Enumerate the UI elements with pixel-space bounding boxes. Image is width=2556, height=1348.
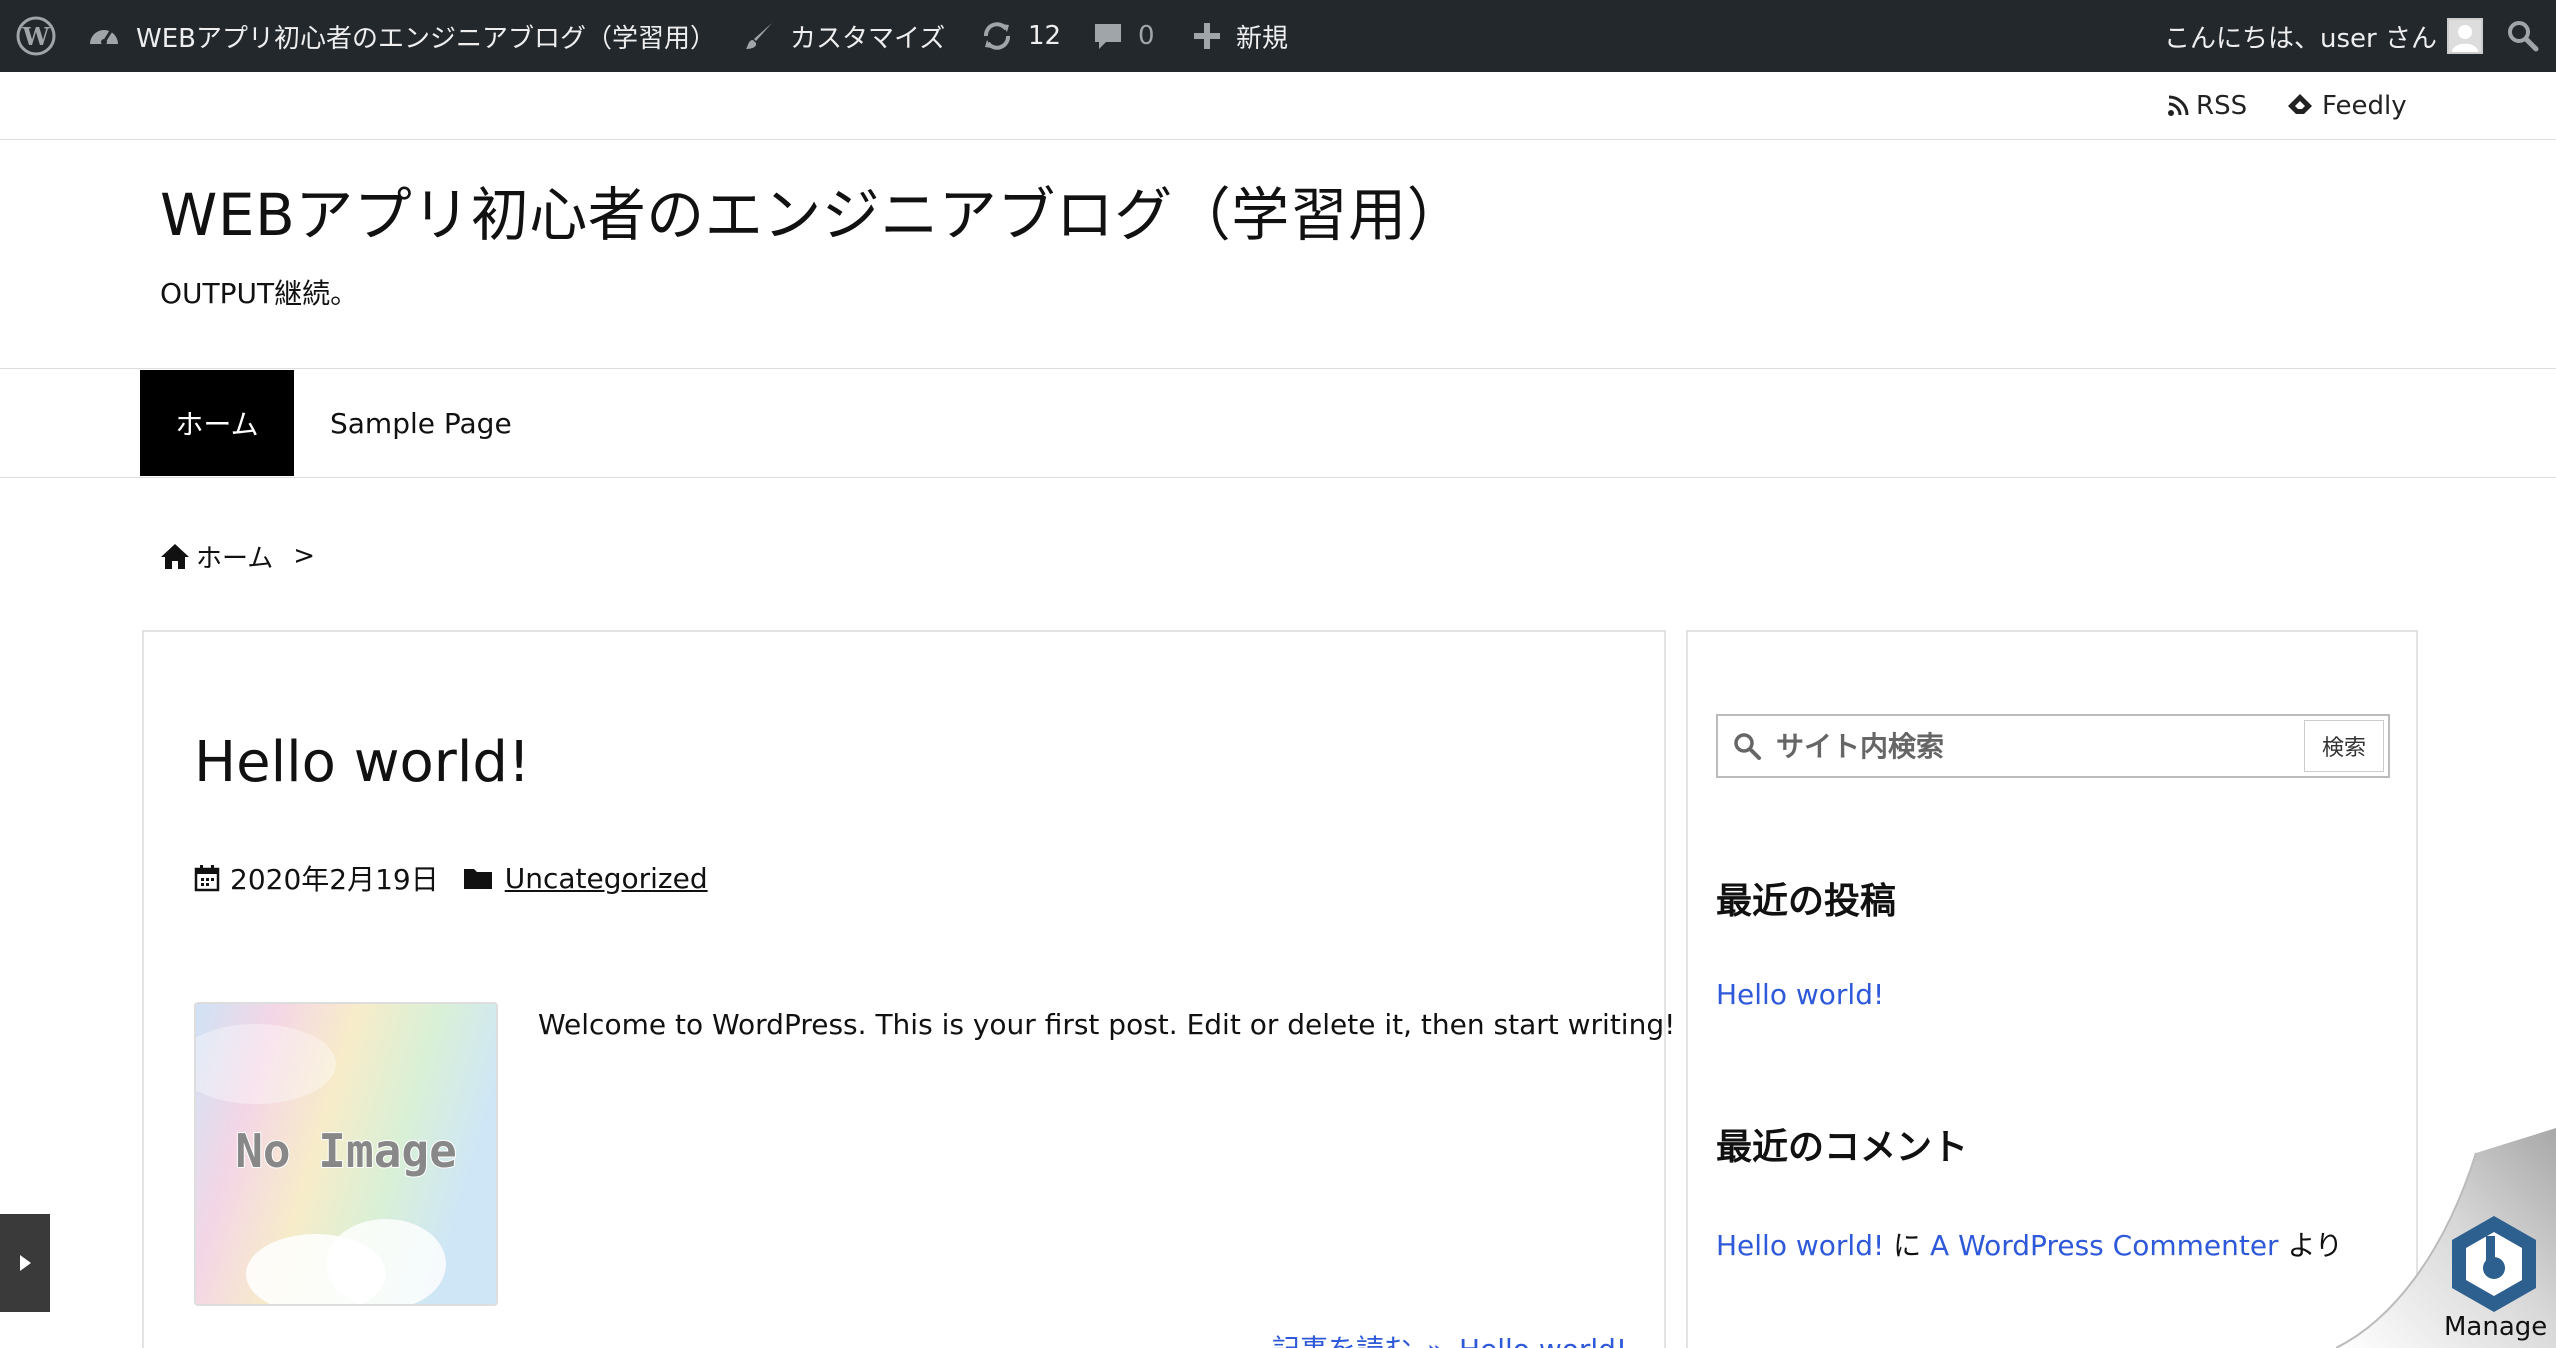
breadcrumb: ホーム > — [160, 536, 315, 576]
post-thumbnail[interactable]: No Image — [194, 1002, 498, 1306]
recent-posts-title: 最近の投稿 — [1716, 881, 1897, 922]
feedly-link[interactable]: Feedly — [2286, 72, 2407, 140]
double-chevron-icon: » — [1427, 1333, 1444, 1348]
sidebar-search-button[interactable]: 検索 — [2304, 720, 2384, 772]
updates-link[interactable]: 12 — [980, 0, 1061, 72]
recent-comments-title: 最近のコメント — [1716, 1127, 1969, 1168]
read-more-title: Hello world! — [1459, 1333, 1627, 1348]
nav-item-home[interactable]: ホーム — [140, 370, 294, 476]
manage-icon[interactable] — [2446, 1212, 2542, 1316]
feedly-icon — [2288, 94, 2312, 114]
comments-link[interactable]: 0 — [1092, 0, 1155, 72]
post-excerpt: Welcome to WordPress. This is your first… — [538, 1008, 1676, 1041]
admin-site-name: WEBアプリ初心者のエンジニアブログ（学習用） — [136, 23, 716, 54]
calendar-icon — [194, 865, 220, 892]
admin-search-button[interactable] — [2506, 0, 2540, 72]
recent-post-link[interactable]: Hello world! — [1716, 978, 1884, 1011]
wordpress-logo-button[interactable]: W — [16, 0, 56, 72]
recent-comment-author-link[interactable]: A WordPress Commenter — [1930, 1229, 2279, 1262]
post-date: 2020年2月19日 — [230, 863, 439, 896]
recent-comment-particle: に — [1893, 1229, 1922, 1262]
customize-link[interactable]: カスタマイズ — [744, 0, 945, 72]
new-label: 新規 — [1236, 23, 1289, 54]
plus-icon — [1192, 21, 1222, 51]
admin-site-name-link[interactable]: WEBアプリ初心者のエンジニアブログ（学習用） — [86, 0, 716, 72]
read-more-link[interactable]: 記事を読む » Hello world! — [1272, 1328, 1627, 1348]
nav-item-sample-page[interactable]: Sample Page — [330, 370, 512, 476]
recent-post-item: Hello world! — [1716, 978, 1884, 1011]
play-arrow-icon — [20, 1255, 31, 1271]
brush-icon — [744, 20, 776, 52]
wordpress-icon: W — [16, 16, 56, 56]
post-meta: 2020年2月19日 Uncategorized — [194, 858, 708, 898]
site-title[interactable]: WEBアプリ初心者のエンジニアブログ（学習用） — [160, 168, 1465, 252]
rss-link[interactable]: RSS — [2166, 72, 2247, 140]
top-link-bar: RSS Feedly — [0, 72, 2556, 140]
breadcrumb-separator: > — [293, 541, 316, 571]
my-account-link[interactable]: こんにちは、user さん — [2164, 0, 2483, 72]
updates-count: 12 — [1028, 21, 1062, 51]
breadcrumb-home-link[interactable]: ホーム — [196, 538, 273, 575]
admin-bar: W WEBアプリ初心者のエンジニアブログ（学習用） カスタマイズ 12 0 新規… — [0, 0, 2556, 72]
search-icon — [1718, 731, 1776, 761]
recent-comment-suffix: より — [2287, 1229, 2343, 1262]
manage-label[interactable]: Manage — [2444, 1312, 2547, 1342]
home-icon — [161, 544, 189, 569]
recent-comment-item: Hello world! に A WordPress Commenter より — [1716, 1224, 2343, 1264]
new-content-link[interactable]: 新規 — [1192, 0, 1288, 72]
rss-icon — [2168, 95, 2189, 116]
comments-count: 0 — [1138, 21, 1155, 51]
customize-label: カスタマイズ — [790, 23, 946, 54]
read-more-label: 記事を読む — [1272, 1333, 1412, 1348]
svg-text:W: W — [22, 22, 51, 51]
dashboard-icon — [86, 18, 122, 54]
avatar — [2446, 18, 2483, 54]
sidebar-search-form: 検索 — [1716, 714, 2390, 778]
site-description: OUTPUT継続。 — [160, 277, 359, 310]
post-title[interactable]: Hello world! — [194, 730, 530, 795]
category-link[interactable]: Uncategorized — [505, 862, 708, 895]
search-icon — [2508, 21, 2539, 52]
comment-icon — [1092, 20, 1124, 52]
global-nav: ホーム Sample Page — [0, 368, 2556, 478]
no-image-text: No Image — [235, 1124, 457, 1178]
side-panel-toggle[interactable] — [0, 1214, 50, 1312]
feedly-label: Feedly — [2322, 91, 2407, 121]
folder-icon — [463, 869, 492, 889]
rss-label: RSS — [2196, 91, 2248, 121]
recent-comment-post-link[interactable]: Hello world! — [1716, 1229, 1884, 1262]
sidebar-search-input[interactable] — [1776, 718, 2304, 774]
no-image-placeholder: No Image — [196, 1004, 496, 1304]
update-icon — [980, 19, 1014, 53]
greeting-text: こんにちは、user さん — [2164, 23, 2437, 54]
